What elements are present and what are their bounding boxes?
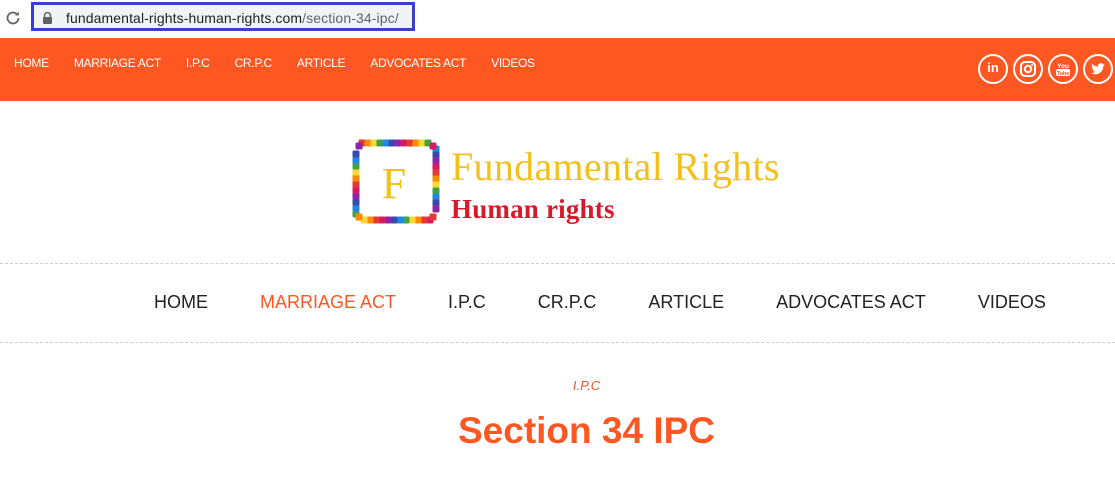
main-nav-crpc[interactable]: CR.P.C [538,292,597,313]
main-nav-advocates-act[interactable]: ADVOCATES ACT [776,292,926,313]
youtube-glyph: You Tube [1056,63,1070,77]
twitter-glyph [1091,63,1105,75]
main-nav: HOME MARRIAGE ACT I.P.C CR.P.C ARTICLE A… [154,292,1098,313]
top-nav-crpc[interactable]: CR.P.C [235,56,273,70]
address-bar-url[interactable]: fundamental-rights-human-rights.com/sect… [66,10,399,26]
reload-icon[interactable] [4,9,22,27]
url-path: /section-34-ipc/ [302,10,399,26]
browser-toolbar: fundamental-rights-human-rights.com/sect… [0,0,1115,39]
post-title: Section 34 IPC [457,410,716,451]
post-category[interactable]: I.P.C [0,378,1115,393]
main-nav-home[interactable]: HOME [154,292,208,313]
site-title[interactable]: Fundamental Rights [451,143,780,190]
logo-letter: F [382,159,406,208]
top-nav-home[interactable]: HOME [14,56,49,70]
site-logo[interactable]: F [350,137,442,226]
top-nav-ipc[interactable]: I.P.C [186,56,210,70]
top-nav-videos[interactable]: VIDEOS [491,56,535,70]
linkedin-label: in [987,60,999,75]
divider [0,263,1115,264]
top-nav-marriage-act[interactable]: MARRIAGE ACT [74,56,161,70]
lock-icon[interactable] [42,12,53,24]
main-nav-marriage-act[interactable]: MARRIAGE ACT [260,292,396,313]
social-links: in You Tube [978,54,1115,84]
youtube-icon[interactable]: You Tube [1048,54,1078,84]
svg-text:Tube: Tube [1057,71,1070,77]
instagram-icon[interactable] [1013,54,1043,84]
site-tagline: Human rights [451,194,615,224]
top-bar: HOME MARRIAGE ACT I.P.C CR.P.C ARTICLE A… [0,38,1115,101]
twitter-icon[interactable] [1083,54,1113,84]
linkedin-icon[interactable]: in [978,54,1008,84]
svg-text:You: You [1057,63,1069,70]
url-host: fundamental-rights-human-rights.com [66,10,303,26]
top-nav: HOME MARRIAGE ACT I.P.C CR.P.C ARTICLE A… [14,56,560,70]
top-nav-advocates-act[interactable]: ADVOCATES ACT [370,56,466,70]
main-nav-article[interactable]: ARTICLE [648,292,724,313]
divider [0,342,1115,343]
top-nav-article[interactable]: ARTICLE [297,56,346,70]
main-nav-videos[interactable]: VIDEOS [978,292,1046,313]
main-nav-ipc[interactable]: I.P.C [448,292,486,313]
instagram-glyph [1020,61,1036,77]
